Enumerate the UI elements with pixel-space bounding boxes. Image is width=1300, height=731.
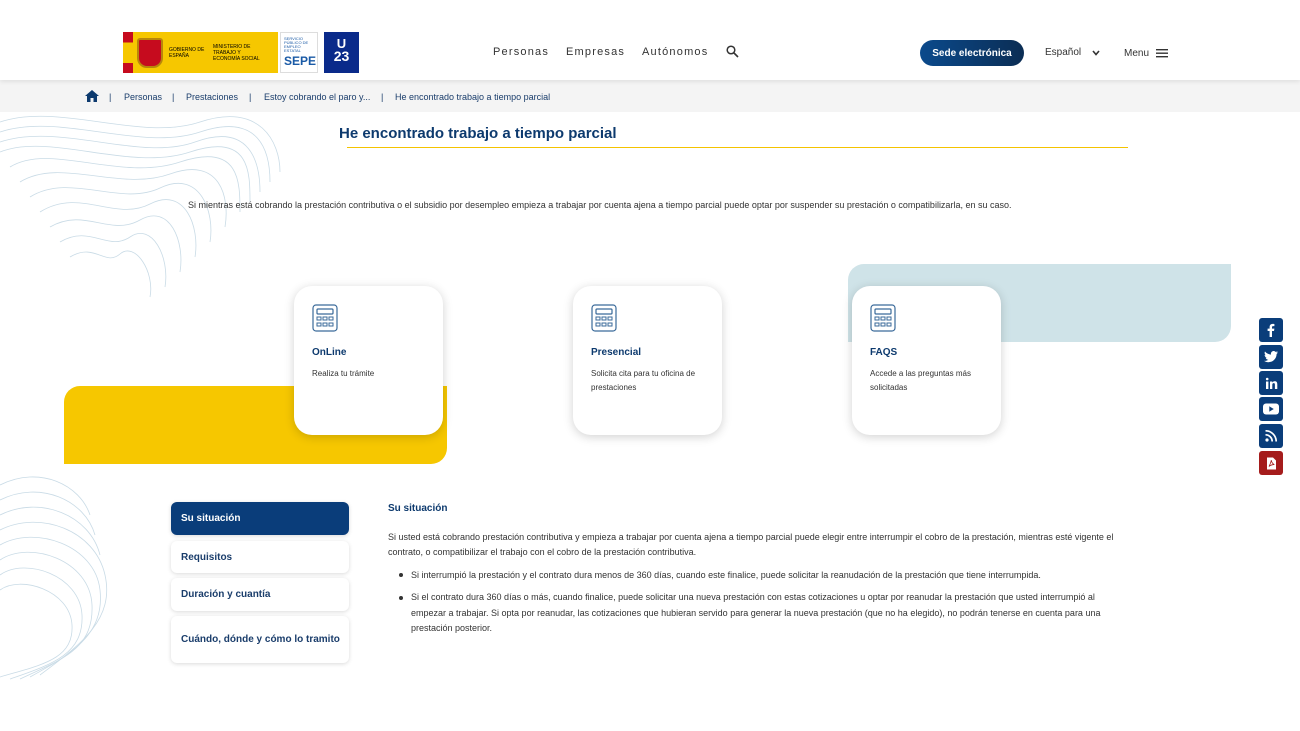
bullet-dot (399, 573, 403, 577)
ministry-text: MINISTERIO DE TRABAJO Y ECONOMÍA SOCIAL (213, 43, 260, 62)
sidebar-item-duracion[interactable]: Duración y cuantía (171, 578, 349, 611)
calculator-icon (591, 304, 617, 332)
nav-autonomos[interactable]: Autónomos (642, 46, 708, 58)
bullet-dot (399, 596, 403, 600)
card-presencial[interactable]: Presencial Solicita cita para tu oficina… (573, 286, 722, 435)
card-description: Realiza tu trámite (312, 369, 375, 378)
gobierno-text: GOBIERNO DE ESPAÑA (169, 46, 205, 59)
breadcrumb-separator: | (249, 92, 252, 102)
breadcrumb-separator: | (381, 92, 384, 102)
sepe-logo[interactable]: SERVICIO PÚBLICO DE EMPLEO ESTATAL SEPE (280, 32, 318, 73)
sidebar-item-requisitos[interactable]: Requisitos (171, 541, 349, 573)
pdf-icon[interactable] (1259, 451, 1283, 475)
site-header: GOBIERNO DE ESPAÑA MINISTERIO DE TRABAJO… (0, 0, 1300, 80)
intro-text: Si mientras está cobrando la prestación … (188, 200, 1012, 210)
card-faqs[interactable]: FAQS Accede a las preguntas más solicita… (852, 286, 1001, 435)
section-title: Su situación (388, 503, 448, 514)
calculator-icon (312, 304, 338, 332)
bullet-item: Si el contrato dura 360 días o más, cuan… (411, 592, 1101, 633)
chevron-down-icon[interactable] (1091, 48, 1101, 58)
breadcrumb-current: He encontrado trabajo a tiempo parcial (395, 92, 551, 102)
menu-label[interactable]: Menu (1124, 48, 1149, 59)
sepe-big-text: SEPE (284, 54, 317, 68)
coat-of-arms-icon (137, 37, 163, 68)
sede-electronica-button[interactable]: Sede electrónica (920, 40, 1024, 66)
card-title: Presencial (591, 347, 642, 358)
facebook-icon[interactable] (1259, 318, 1283, 342)
topographic-decoration-bottom (0, 476, 107, 680)
breadcrumb-estoy-cobrando[interactable]: Estoy cobrando el paro y... (264, 92, 370, 102)
nav-personas[interactable]: Personas (493, 46, 549, 58)
sepe-small-text: SERVICIO PÚBLICO DE EMPLEO ESTATAL (284, 36, 309, 53)
title-underline (347, 147, 1128, 148)
page-title: He encontrado trabajo a tiempo parcial (339, 125, 617, 142)
card-description: Accede a las preguntas más solicitadas (870, 369, 971, 392)
section-paragraph: Si usted está cobrando prestación contri… (388, 532, 1114, 557)
linkedin-icon[interactable] (1259, 371, 1283, 395)
sidebar-item-cuando-donde[interactable]: Cuándo, dónde y cómo lo tramito (171, 616, 349, 663)
twitter-icon[interactable] (1259, 345, 1283, 369)
calculator-icon (870, 304, 896, 332)
bullet-item: Si interrumpió la prestación y el contra… (411, 570, 1041, 580)
flag-stripe (123, 32, 133, 73)
card-description: Solicita cita para tu oficina de prestac… (591, 369, 696, 392)
gobierno-espana-logo[interactable]: GOBIERNO DE ESPAÑA MINISTERIO DE TRABAJO… (123, 32, 278, 73)
breadcrumb-personas[interactable]: Personas (124, 92, 162, 102)
language-selector[interactable]: Español (1045, 47, 1081, 58)
ue23-logo[interactable]: U 23 (324, 32, 359, 73)
youtube-icon[interactable] (1259, 397, 1283, 421)
home-icon[interactable] (85, 90, 99, 102)
breadcrumb-separator: | (109, 92, 112, 102)
hamburger-menu-icon[interactable] (1156, 48, 1168, 58)
breadcrumb-separator: | (172, 92, 175, 102)
nav-empresas[interactable]: Empresas (566, 46, 625, 58)
search-icon[interactable] (726, 45, 739, 58)
rss-icon[interactable] (1259, 424, 1283, 448)
card-online[interactable]: OnLine Realiza tu trámite (294, 286, 443, 435)
ue-line2: 23 (333, 48, 350, 64)
sidebar-item-su-situacion[interactable]: Su situación (171, 502, 349, 535)
breadcrumb-prestaciones[interactable]: Prestaciones (186, 92, 238, 102)
card-title: FAQS (870, 347, 898, 358)
card-title: OnLine (312, 347, 347, 358)
